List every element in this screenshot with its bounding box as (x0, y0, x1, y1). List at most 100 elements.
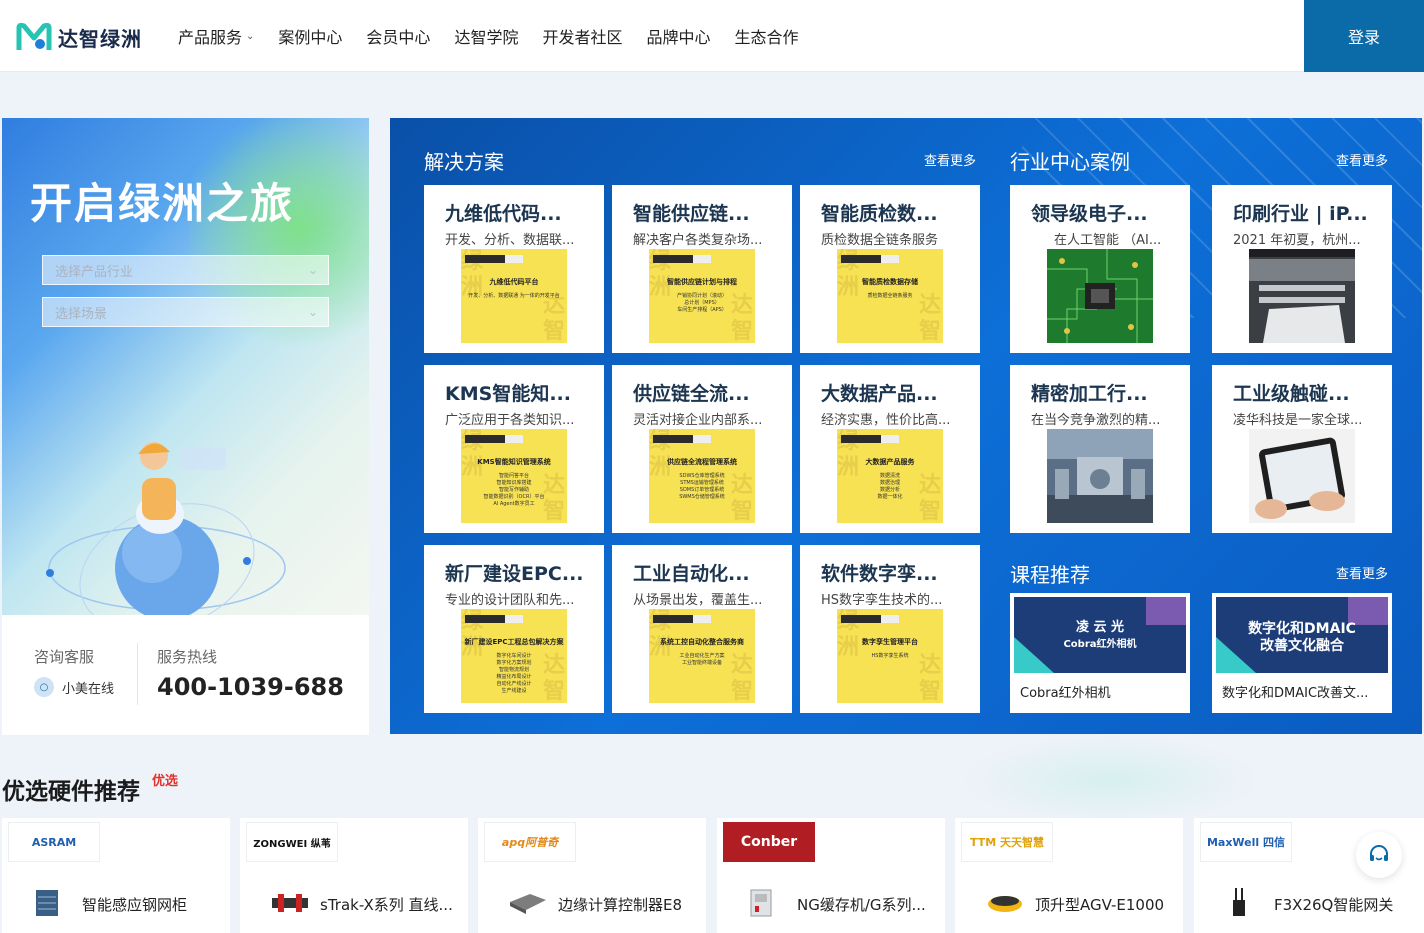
cover-line: 改善文化融合 (1260, 638, 1344, 654)
nav-item-cases[interactable]: 案例中心 (278, 24, 342, 48)
thumb-title: 九维低代码平台 (489, 278, 539, 286)
thumb-line: 数据一体化 (877, 494, 903, 500)
chevron-down-icon: ⌄ (307, 263, 318, 277)
solution-thumbnail: 绿洲达智供应链全流程管理系统SDWS仓库管理系统STMS运输管理系统SOMS订单… (649, 429, 755, 523)
tablet-touch-image (1249, 429, 1355, 523)
online-label: 小美在线 (62, 681, 115, 697)
thumb-partner-logo (693, 435, 711, 443)
card-title: 大数据产品... (821, 383, 938, 405)
thumb-line: HS数字孪生系统 (871, 653, 909, 659)
nav-item-members[interactable]: 会员中心 (366, 24, 430, 48)
card-subtitle: 开发、分析、数据联... (445, 233, 575, 248)
thumb-title: 供应链全流程管理系统 (667, 458, 737, 466)
brand-logo: apq阿普奇 (484, 822, 576, 862)
card-title: 精密加工行... (1031, 383, 1148, 405)
thumb-title: 智能质检数据存储 (862, 278, 918, 286)
solutions-title: 解决方案 (424, 150, 504, 174)
watermark-glyph: 达智 (919, 653, 942, 703)
solution-card[interactable]: 智能供应链... 解决客户各类复杂场...绿洲达智智能供应链计划与排程产销协同计划… (612, 185, 792, 353)
online-service-link[interactable]: ○ 小美在线 (34, 677, 114, 697)
solution-card[interactable]: 新厂建设EPC... 专业的设计团队和先...绿洲达智新厂建设EPC工程总包解决方… (424, 545, 604, 713)
course-label: 数字化和DMAIC改善文... (1222, 686, 1369, 701)
courses-title: 课程推荐 (1010, 563, 1090, 587)
nav-label: 生态合作 (734, 28, 799, 47)
solution-card[interactable]: 大数据产品... 经济实惠，性价比高...绿洲达智大数据产品服务数据清洗数据治理数… (800, 365, 980, 533)
course-cover-title: 凌 云 光 Cobra红外相机 (1014, 619, 1186, 653)
product-image (985, 888, 1022, 918)
solution-card[interactable]: 工业自动化... 从场景出发，覆盖生...绿洲达智系统工控自动化整合服务商工业自动… (612, 545, 792, 713)
industry-card[interactable]: 领导级电子... 在人工智能 （AI... (1010, 185, 1190, 353)
headset-icon (1370, 845, 1388, 861)
card-subtitle: 经济实惠，性价比高... (821, 413, 951, 428)
thumb-title: 新厂建设EPC工程总包解决方案 (464, 638, 564, 646)
hotline-label: 服务热线 (157, 648, 218, 666)
headset-icon: ○ (34, 677, 54, 697)
nav-label: 会员中心 (366, 28, 431, 47)
printing-machine-image (1249, 249, 1355, 343)
nav-item-developers[interactable]: 开发者社区 (542, 24, 622, 48)
course-card[interactable]: 数字化和DMAIC 改善文化融合 数字化和DMAIC改善文... (1212, 593, 1392, 713)
nav-item-products[interactable]: 产品服务 ⌄ (178, 24, 254, 48)
hardware-card[interactable]: apq阿普奇边缘计算控制器E8 (478, 818, 706, 933)
nav-item-brand[interactable]: 品牌中心 (646, 24, 710, 48)
industry-title: 行业中心案例 (1010, 150, 1130, 174)
hotline-number: 400-1039-688 (157, 673, 344, 701)
courses-more-link[interactable]: 查看更多 (1336, 563, 1388, 582)
industry-card[interactable]: 印刷行业 | iP... 2021 年初夏，杭州... (1212, 185, 1392, 353)
nav-item-academy[interactable]: 达智学院 (454, 24, 518, 48)
brand-logo: TTM 天天智慧 (961, 822, 1053, 862)
card-title: 智能质检数... (821, 203, 938, 225)
thumb-partner-logo (881, 615, 899, 623)
hardware-card[interactable]: ZONGWEI 纵苇 sTrak-X系列 直线... (240, 818, 468, 933)
industry-card[interactable]: 精密加工行... 在当今竞争激烈的精... (1010, 365, 1190, 533)
cover-line: 凌 云 光 (1075, 620, 1125, 635)
course-cover-title: 数字化和DMAIC 改善文化融合 (1216, 621, 1388, 655)
product-name: 边缘计算控制器E8 (558, 896, 683, 914)
thumb-title: KMS智能知识管理系统 (477, 458, 551, 466)
thumb-line: 工业智能终端设备 (681, 660, 722, 666)
course-cover: 凌 云 光 Cobra红外相机 (1014, 597, 1186, 673)
top-nav-bar: 达智绿洲 产品服务 ⌄ 案例中心 会员中心 达智学院 开发者社区 品牌中心 生态合… (0, 0, 1424, 72)
thumb-line: 总计划（MPS） (684, 300, 720, 306)
solution-card[interactable]: 软件数字孪...HS数字孪生技术的...绿洲达智数字孪生管理平台HS数字孪生系统 (800, 545, 980, 713)
industry-select[interactable]: 选择产品行业 ⌄ (42, 255, 329, 285)
solutions-more-link[interactable]: 查看更多 (924, 150, 976, 169)
card-subtitle: 2021 年初夏，杭州... (1233, 233, 1361, 248)
solution-card[interactable]: KMS智能知... 广泛应用于各类知识...绿洲达智KMS智能知识管理系统智能问答… (424, 365, 604, 533)
cover-line: 数字化和DMAIC (1248, 621, 1356, 637)
solutions-panel: 解决方案 查看更多 行业中心案例 查看更多 领导级电子... 在人工智能 （AI… (390, 118, 1422, 734)
card-subtitle: HS数字孪生技术的... (821, 593, 943, 608)
hardware-card[interactable]: TTM 天天智慧 顶升型AGV-E1000 (955, 818, 1183, 933)
card-title: 供应链全流... (633, 383, 750, 405)
solution-card[interactable]: 九维低代码...开发、分析、数据联...绿洲达智九维低代码平台开发、分析、数据联… (424, 185, 604, 353)
product-name: F3X26Q智能网关 (1274, 896, 1394, 914)
brand-logo: ASRAM (8, 822, 100, 862)
product-image (747, 888, 777, 918)
course-cover: 数字化和DMAIC 改善文化融合 (1216, 597, 1388, 673)
thumb-title: 系统工控自动化整合服务商 (660, 638, 744, 646)
industry-more-link[interactable]: 查看更多 (1336, 150, 1388, 169)
solution-card[interactable]: 供应链全流... 灵活对接企业内部系...绿洲达智供应链全流程管理系统SDWS仓库… (612, 365, 792, 533)
brand-logo: Conber (723, 822, 815, 862)
card-subtitle: 解决客户各类复杂场... (633, 233, 763, 248)
card-subtitle: 在人工智能 （AI... (1054, 233, 1162, 248)
login-button[interactable]: 登录 (1304, 0, 1424, 72)
chevron-down-icon: ⌄ (246, 30, 255, 42)
hardware-badge: 优选 (152, 774, 179, 789)
thumb-line: 数据清洗 (879, 473, 900, 479)
logo[interactable]: 达智绿洲 (16, 20, 156, 54)
customer-service-button[interactable] (1356, 832, 1402, 878)
card-subtitle: 广泛应用于各类知识... (445, 413, 575, 428)
industry-card[interactable]: 工业级触碰... 凌华科技是一家全球... (1212, 365, 1392, 533)
hardware-card[interactable]: ASRAM 智能感应钢网柜 (2, 818, 230, 933)
course-card[interactable]: 凌 云 光 Cobra红外相机 Cobra红外相机 (1010, 593, 1190, 713)
nav-item-ecosystem[interactable]: 生态合作 (734, 24, 798, 48)
thumb-line: 智能知识库搭建 (496, 480, 532, 486)
card-subtitle: 灵活对接企业内部系... (633, 413, 763, 428)
circuit-board-image (1047, 249, 1153, 343)
nav-label: 品牌中心 (646, 28, 711, 47)
solution-card[interactable]: 智能质检数... 质检数据全链条服务绿洲达智智能质检数据存储质检数据全链条服务 (800, 185, 980, 353)
scene-select[interactable]: 选择场景 ⌄ (42, 297, 329, 327)
precision-machining-image (1047, 429, 1153, 523)
hardware-card[interactable]: Conber NG缓存机/G系列... (717, 818, 945, 933)
